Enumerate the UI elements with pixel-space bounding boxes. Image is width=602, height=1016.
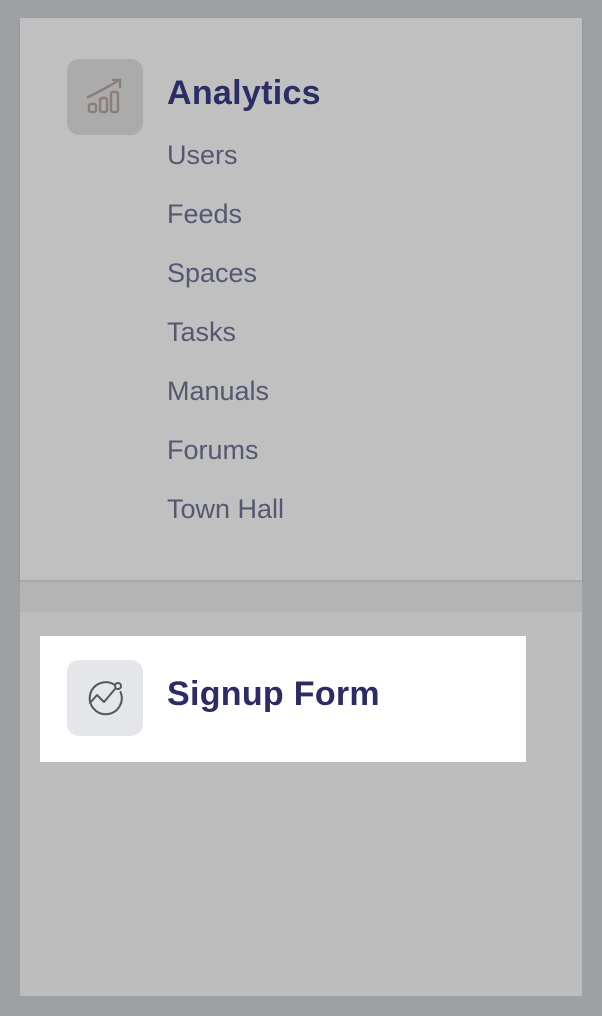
analytics-icon-tile bbox=[67, 59, 143, 135]
signup-icon-tile bbox=[67, 660, 143, 736]
signup-form-title[interactable]: Signup Form bbox=[167, 675, 380, 714]
menu-item-feeds[interactable]: Feeds bbox=[167, 194, 284, 253]
analytics-title[interactable]: Analytics bbox=[167, 74, 321, 113]
menu-item-forums[interactable]: Forums bbox=[167, 430, 284, 489]
menu-item-tasks[interactable]: Tasks bbox=[167, 312, 284, 371]
trend-circle-icon bbox=[88, 681, 123, 716]
menu-item-spaces[interactable]: Spaces bbox=[167, 253, 284, 312]
menu-item-users[interactable]: Users bbox=[167, 135, 284, 194]
menu-item-manuals[interactable]: Manuals bbox=[167, 371, 284, 430]
bar-chart-trend-icon bbox=[86, 78, 122, 114]
menu-item-town-hall[interactable]: Town Hall bbox=[167, 489, 284, 548]
section-divider bbox=[20, 584, 582, 612]
analytics-menu: Users Feeds Spaces Tasks Manuals Forums … bbox=[167, 135, 284, 548]
